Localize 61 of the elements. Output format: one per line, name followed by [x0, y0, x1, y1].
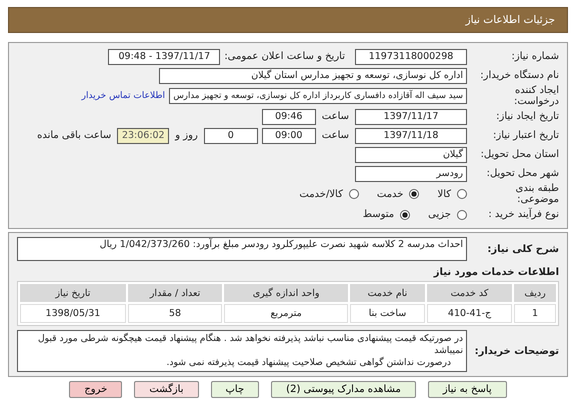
- announce-date-field: 1397/11/17 - 09:48: [108, 48, 220, 64]
- section-title: اطلاعات خدمات مورد نیاز: [432, 267, 559, 278]
- action-button[interactable]: مشاهده مدارک پیوستی (2): [271, 381, 416, 398]
- radio-button[interactable]: [409, 189, 420, 199]
- created-time-field: 09:46: [262, 108, 316, 124]
- radio-button[interactable]: [400, 210, 410, 220]
- radio-button[interactable]: [348, 189, 359, 199]
- buyer-field: اداره کل نوسازی، توسعه و تجهیز مدارس استان گیلان: [159, 68, 467, 84]
- column-header: تاریخ نیاز: [20, 284, 126, 302]
- field-label: شرح کلی نیاز:: [486, 244, 559, 254]
- description-field: احداث مدرسه 2 کلاسه شهید نصرت علیپورکلرود رودسر مبلغ برآورد: 1/042/373/260 ریال: [17, 237, 467, 261]
- column-header: کد خدمت: [427, 284, 512, 302]
- action-button[interactable]: پاسخ به نیاز: [428, 381, 507, 398]
- column-header: تعداد / مقدار: [128, 284, 222, 302]
- table-cell: 1: [514, 304, 556, 323]
- table-cell: ساخت بنا: [350, 304, 426, 323]
- days-field: 0: [204, 128, 258, 144]
- field-label: استان محل تحویل:: [480, 149, 559, 160]
- action-button[interactable]: بازگشت: [134, 381, 198, 398]
- validity-time-field: 09:00: [262, 128, 316, 144]
- field-label: شهر محل تحویل:: [486, 168, 559, 179]
- field-label: ساعت باقی مانده: [37, 130, 112, 141]
- field-label: ساعت: [322, 111, 349, 122]
- field-label: تاریخ اعتبار نیاز:: [492, 130, 559, 141]
- validity-date-field: 1397/11/18: [355, 128, 467, 144]
- action-button[interactable]: چاپ: [210, 381, 260, 398]
- field-label: تاریخ و ساعت اعلان عمومی:: [224, 51, 345, 62]
- created-date-field: 1397/11/17: [355, 108, 467, 124]
- field-label: توضیحات خریدار:: [474, 346, 559, 356]
- header-title: جزئیات اطلاعات نیاز: [466, 14, 555, 26]
- creator-field: سید سیف اله آقازاده دافساری کاربرداز اداره کل نوسازی، توسعه و تجهیز مدارس: [169, 88, 467, 104]
- table-cell: 58: [128, 304, 222, 323]
- field-label: طبقه بندی موضوعی:: [514, 183, 559, 205]
- column-header: واحد اندازه گیری: [224, 284, 348, 302]
- need-number-field: 11973118000298: [355, 48, 467, 64]
- column-header: نام خدمت: [350, 284, 426, 302]
- field-label: نام دستگاه خریدار:: [479, 70, 559, 81]
- column-header: ردیف: [514, 284, 556, 302]
- remaining-time-field: 23:06:02: [117, 128, 170, 144]
- contact-link[interactable]: اطلاعات تماس خریدار: [82, 91, 165, 101]
- field-label: تاریخ ایجاد نیاز:: [495, 111, 559, 122]
- table-cell: مترمربع: [224, 304, 348, 323]
- radio-label: جزیی: [428, 209, 451, 220]
- radio-label: خدمت: [376, 188, 404, 200]
- action-button[interactable]: خروج: [69, 381, 122, 398]
- table-cell: 1398/05/31: [20, 304, 126, 323]
- field-label: روز و: [175, 130, 198, 141]
- radio-button[interactable]: [457, 210, 467, 220]
- province-field: گیلان: [355, 146, 467, 162]
- notes-line: درصورت نداشتن گواهی تشخیص صلاحیت پیشنهاد قیمت پذیرفته نمی شود.: [166, 357, 452, 369]
- field-label: نوع فرآیند خرید :: [487, 209, 559, 220]
- radio-button[interactable]: [457, 189, 467, 199]
- city-field: رودسر: [355, 166, 467, 182]
- field-label: شماره نیاز:: [510, 51, 559, 62]
- notes-line: در صورتیکه قیمت پیشنهادی مناسب نباشد پذیرفته نخواهد شد . هنگام پیشنهاد قیمت هیچگونه شرطی مورد قبول نمیباشد: [36, 333, 463, 356]
- field-label: ایجاد کننده درخواست:: [513, 85, 559, 107]
- table-cell: ج-41-410: [427, 304, 512, 323]
- radio-label: کالا: [437, 188, 451, 200]
- radio-label: متوسط: [362, 209, 394, 220]
- field-label: ساعت: [322, 130, 349, 141]
- radio-label: کالا/خدمت: [299, 188, 343, 200]
